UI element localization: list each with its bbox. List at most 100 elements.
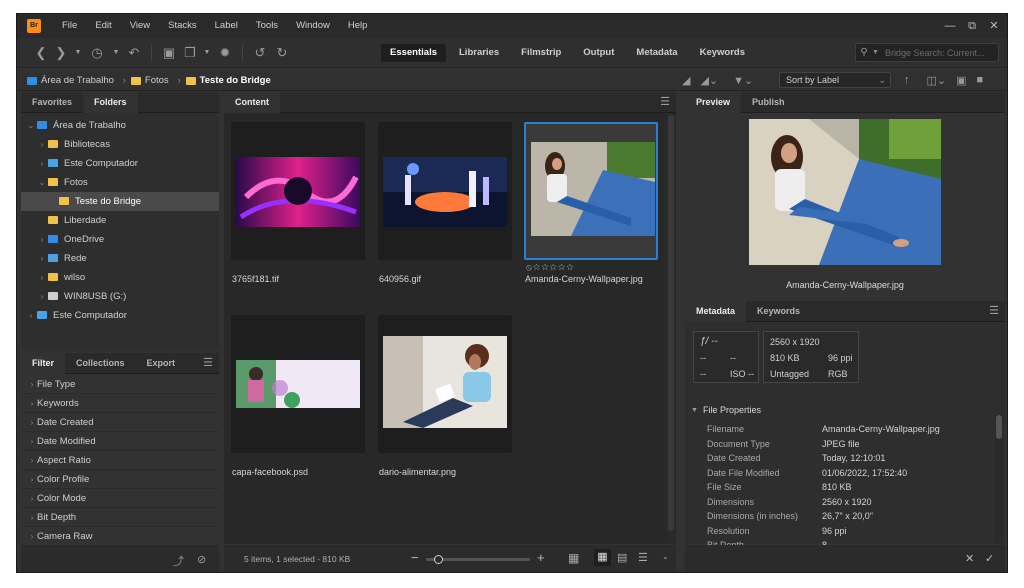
folder-item[interactable]: › Rede bbox=[21, 249, 219, 268]
metadata-value[interactable]: 96 ppi bbox=[822, 524, 847, 539]
chevron-down-icon[interactable]: ▼ bbox=[109, 38, 123, 68]
thumbnail-filename[interactable]: 640956.gif bbox=[379, 274, 421, 284]
workspace-output[interactable]: Output bbox=[574, 44, 623, 62]
open-recent-icon[interactable]: ◫⌄ bbox=[927, 74, 947, 87]
menu-tools[interactable]: Tools bbox=[247, 14, 287, 38]
tab-filter[interactable]: Filter bbox=[21, 352, 66, 374]
filter-date-modified[interactable]: › Date Modified bbox=[21, 432, 219, 451]
lock-grid-icon[interactable]: ▦ bbox=[568, 551, 579, 565]
folder-item[interactable]: › wilso bbox=[21, 268, 219, 287]
list-view-icon[interactable]: ☰ bbox=[638, 551, 648, 564]
chevron-down-icon[interactable]: ▼ bbox=[71, 38, 85, 68]
tab-keywords[interactable]: Keywords bbox=[746, 301, 811, 322]
pin-icon[interactable]: ⤴ bbox=[173, 553, 184, 569]
refine-icon[interactable]: ❐ bbox=[180, 38, 200, 68]
metadata-value[interactable]: JPEG file bbox=[822, 437, 860, 452]
metadata-value[interactable]: 26,7" x 20,0" bbox=[822, 509, 873, 524]
thumbnail-filename[interactable]: dario-alimentar.png bbox=[379, 467, 456, 477]
menu-file[interactable]: File bbox=[53, 14, 86, 38]
thumbnail-filename[interactable]: 3765f181.tif bbox=[232, 274, 279, 284]
back-icon[interactable]: ❮ bbox=[31, 38, 51, 68]
tab-metadata[interactable]: Metadata bbox=[685, 300, 747, 322]
thumbnail-card[interactable] bbox=[231, 315, 365, 453]
rotate-left-icon[interactable]: ↺ bbox=[249, 38, 271, 68]
apply-icon[interactable]: ✓ bbox=[985, 552, 994, 565]
thumbnail-size-slider[interactable] bbox=[426, 555, 530, 564]
panel-menu-icon[interactable]: ☰ bbox=[660, 92, 670, 113]
rotate-right-icon[interactable]: ↻ bbox=[271, 38, 293, 68]
folder-item[interactable]: ⌄ Área de Trabalho bbox=[21, 116, 219, 135]
zoom-out-icon[interactable]: − bbox=[411, 550, 419, 565]
breadcrumb-item[interactable]: Teste do Bridge bbox=[200, 75, 271, 86]
file-properties-header[interactable]: ▼ File Properties bbox=[691, 405, 761, 415]
thumbnail-image[interactable] bbox=[383, 157, 507, 227]
breadcrumb-item[interactable]: Área de Trabalho bbox=[41, 75, 114, 86]
forward-icon[interactable]: ❯ bbox=[51, 38, 71, 68]
thumbnail-card[interactable] bbox=[524, 122, 658, 260]
folder-item[interactable]: › WIN8USB (G:) bbox=[21, 287, 219, 306]
folder-item[interactable]: Liberdade bbox=[21, 211, 219, 230]
folder-item[interactable]: › Este Computador bbox=[21, 154, 219, 173]
filter-aspect-ratio[interactable]: › Aspect Ratio bbox=[21, 451, 219, 470]
chevron-right-icon[interactable]: › bbox=[36, 287, 48, 306]
sort-ascending-icon[interactable]: ↑ bbox=[904, 74, 910, 86]
folder-item[interactable]: › Bibliotecas bbox=[21, 135, 219, 154]
panel-menu-icon[interactable]: ☰ bbox=[989, 301, 999, 322]
menu-view[interactable]: View bbox=[121, 14, 159, 38]
thumbnail-image[interactable] bbox=[236, 360, 360, 408]
cancel-icon[interactable]: ✕ bbox=[965, 552, 974, 565]
filter-color-mode[interactable]: › Color Mode bbox=[21, 489, 219, 508]
filter-keywords[interactable]: › Keywords bbox=[21, 394, 219, 413]
folder-item[interactable]: › OneDrive bbox=[21, 230, 219, 249]
scrollbar-thumb[interactable] bbox=[668, 115, 674, 531]
chevron-right-icon[interactable]: › bbox=[36, 230, 48, 249]
folder-item[interactable]: Teste do Bridge bbox=[21, 192, 219, 211]
search-input[interactable]: Bridge Search: Current... bbox=[885, 48, 985, 58]
metadata-value[interactable]: Amanda-Cerny-Wallpaper.jpg bbox=[822, 422, 940, 437]
menu-label[interactable]: Label bbox=[206, 14, 247, 38]
tab-publish[interactable]: Publish bbox=[741, 92, 796, 113]
workspace-metadata[interactable]: Metadata bbox=[627, 44, 686, 62]
slider-handle[interactable] bbox=[434, 555, 444, 564]
chevron-down-icon[interactable]: ▼ bbox=[872, 49, 879, 56]
tab-collections[interactable]: Collections bbox=[65, 353, 136, 374]
metadata-value[interactable]: Today, 12:10:01 bbox=[822, 451, 885, 466]
creative-cloud-icon[interactable]: ✹ bbox=[214, 38, 236, 68]
content-scrollbar[interactable] bbox=[666, 113, 676, 543]
thumbnail-filename[interactable]: capa-facebook.psd bbox=[232, 467, 308, 477]
tab-content[interactable]: Content bbox=[224, 91, 280, 113]
details-view-icon[interactable]: ▤ bbox=[617, 551, 627, 564]
metadata-value[interactable]: 01/06/2022, 17:52:40 bbox=[822, 466, 907, 481]
recent-history-icon[interactable]: ◷ bbox=[85, 38, 109, 68]
metadata-value[interactable]: 2560 x 1920 bbox=[822, 495, 872, 510]
thumbnail-filename[interactable]: Amanda-Cerny-Wallpaper.jpg bbox=[525, 274, 643, 284]
filter-color-profile[interactable]: › Color Profile bbox=[21, 470, 219, 489]
filter-file-type[interactable]: › File Type bbox=[21, 375, 219, 394]
folder-item[interactable]: ⌄ Fotos bbox=[21, 173, 219, 192]
workspace-more-icon[interactable]: ⌄ bbox=[735, 38, 749, 68]
search-box[interactable]: ⚲ ▼ Bridge Search: Current... bbox=[855, 43, 999, 62]
filter-bit-depth[interactable]: › Bit Depth bbox=[21, 508, 219, 527]
chevron-right-icon[interactable]: › bbox=[25, 306, 37, 325]
close-icon[interactable]: ✕ bbox=[983, 15, 1005, 37]
panel-menu-icon[interactable]: ☰ bbox=[203, 353, 213, 374]
new-folder-icon[interactable]: ▣ bbox=[956, 74, 966, 87]
chevron-right-icon[interactable]: › bbox=[36, 268, 48, 287]
thumbnails-view-icon[interactable]: ▦ bbox=[594, 549, 611, 566]
menu-window[interactable]: Window bbox=[287, 14, 339, 38]
camera-icon[interactable]: ▣ bbox=[158, 38, 180, 68]
tab-folders[interactable]: Folders bbox=[83, 91, 138, 113]
menu-edit[interactable]: Edit bbox=[86, 14, 120, 38]
thumbnail-image[interactable] bbox=[236, 157, 360, 227]
folder-item[interactable]: › Este Computador bbox=[21, 306, 219, 325]
thumbnail-card[interactable] bbox=[378, 315, 512, 453]
workspace-filmstrip[interactable]: Filmstrip bbox=[512, 44, 570, 62]
scrollbar-thumb[interactable] bbox=[996, 415, 1002, 439]
menu-help[interactable]: Help bbox=[339, 14, 377, 38]
thumbnail-image[interactable] bbox=[531, 142, 655, 236]
minimize-icon[interactable]: — bbox=[939, 15, 961, 37]
thumbnail-card[interactable] bbox=[231, 122, 365, 260]
restore-icon[interactable]: ⧉ bbox=[961, 15, 983, 37]
workspace-essentials[interactable]: Essentials bbox=[381, 44, 446, 62]
chevron-right-icon[interactable]: › bbox=[36, 249, 48, 268]
